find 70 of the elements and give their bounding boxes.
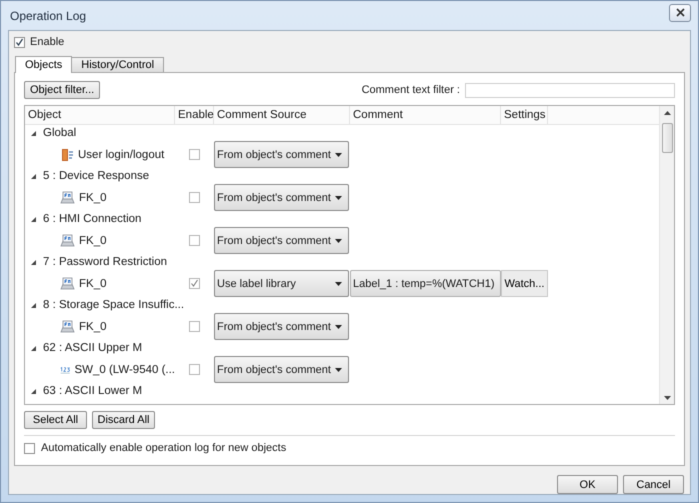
auto-enable-checkbox[interactable] — [24, 442, 35, 454]
object-name: SW_0 (LW-9540 (... — [74, 364, 175, 376]
table-action-button[interactable]: Discard All — [92, 411, 155, 430]
column-header[interactable]: Enable — [175, 106, 214, 124]
group-name: 62 : ASCII Upper M — [43, 342, 142, 354]
tab[interactable]: Objects — [15, 56, 72, 73]
tab[interactable]: History/Control — [71, 57, 164, 72]
enable-checkbox[interactable] — [189, 192, 200, 203]
comment-source-dropdown[interactable]: From object's comment — [214, 313, 349, 340]
enable-label: Enable — [30, 36, 64, 48]
caret-icon — [335, 324, 342, 328]
object-name: FK_0 — [79, 278, 106, 290]
enable-checkbox[interactable] — [189, 278, 200, 289]
scrollbar[interactable] — [659, 106, 674, 404]
object-filter-button[interactable]: Object filter... — [24, 81, 100, 99]
auto-enable-label: Automatically enable operation log for new objects — [41, 442, 286, 454]
key-icon — [60, 191, 75, 204]
enable-checkbox[interactable] — [189, 149, 200, 160]
group-name: 8 : Storage Space Insuffic... — [43, 299, 184, 311]
comment-source-dropdown[interactable]: From object's comment — [214, 141, 349, 168]
expanded-arrow-icon[interactable] — [30, 388, 37, 394]
column-header[interactable]: Comment — [350, 106, 501, 124]
object-name: FK_0 — [79, 192, 106, 204]
caret-icon — [335, 368, 342, 372]
group-name: Global — [43, 127, 76, 139]
comment-filter-label: Comment text filter : — [362, 84, 460, 96]
group-name: 6 : HMI Connection — [43, 213, 142, 225]
key-icon — [60, 234, 75, 247]
group-name: 7 : Password Restriction — [43, 256, 167, 268]
caret-icon — [335, 238, 342, 242]
close-icon — [676, 8, 684, 17]
window-title: Operation Log — [9, 8, 86, 22]
expanded-arrow-icon[interactable] — [30, 130, 37, 136]
expanded-arrow-icon[interactable] — [30, 216, 37, 222]
door-icon — [60, 148, 74, 162]
key-icon — [60, 277, 75, 290]
column-header[interactable]: Comment Source — [214, 106, 350, 124]
scroll-down-icon[interactable] — [664, 396, 670, 400]
group-name: 63 : ASCII Lower M — [43, 385, 142, 397]
expanded-arrow-icon[interactable] — [30, 344, 37, 352]
object-name: FK_0 — [79, 234, 106, 246]
scrollbar-thumb[interactable] — [662, 123, 672, 153]
caret-icon — [335, 196, 342, 200]
expanded-arrow-icon[interactable] — [30, 172, 37, 180]
comment-source-dropdown[interactable]: From object's comment — [214, 356, 349, 383]
key-icon — [60, 320, 75, 333]
enable-checkbox[interactable] — [189, 235, 200, 246]
comment-filter-field[interactable] — [465, 82, 675, 98]
expanded-arrow-icon[interactable] — [30, 302, 37, 308]
close-button[interactable] — [669, 4, 691, 22]
enable-checkbox[interactable] — [189, 321, 200, 332]
expanded-arrow-icon[interactable] — [30, 258, 37, 266]
settings-button[interactable]: Watch... — [501, 270, 548, 297]
enable-checkbox[interactable] — [189, 364, 200, 375]
group-name: 5 : Device Response — [43, 170, 150, 182]
object-name: FK_0 — [79, 320, 106, 332]
comment-source-dropdown[interactable]: Use label library — [214, 270, 349, 297]
comment-dropdown[interactable]: Label_1 : temp=%(WATCH1) — [350, 270, 501, 297]
scroll-up-icon[interactable] — [664, 111, 670, 115]
dialog-button[interactable]: Cancel — [623, 475, 684, 494]
dialog-button[interactable]: OK — [557, 475, 618, 494]
column-header[interactable]: Settings — [501, 106, 548, 124]
comment-source-dropdown[interactable]: From object's comment — [214, 184, 349, 211]
table-action-button[interactable]: Select All — [24, 411, 87, 430]
comment-source-dropdown[interactable]: From object's comment — [214, 227, 349, 254]
caret-icon — [335, 282, 342, 286]
caret-icon — [335, 152, 342, 156]
column-header[interactable]: Object — [25, 106, 175, 124]
object-name: User login/logout — [78, 148, 164, 160]
enable-checkbox[interactable] — [14, 36, 25, 48]
